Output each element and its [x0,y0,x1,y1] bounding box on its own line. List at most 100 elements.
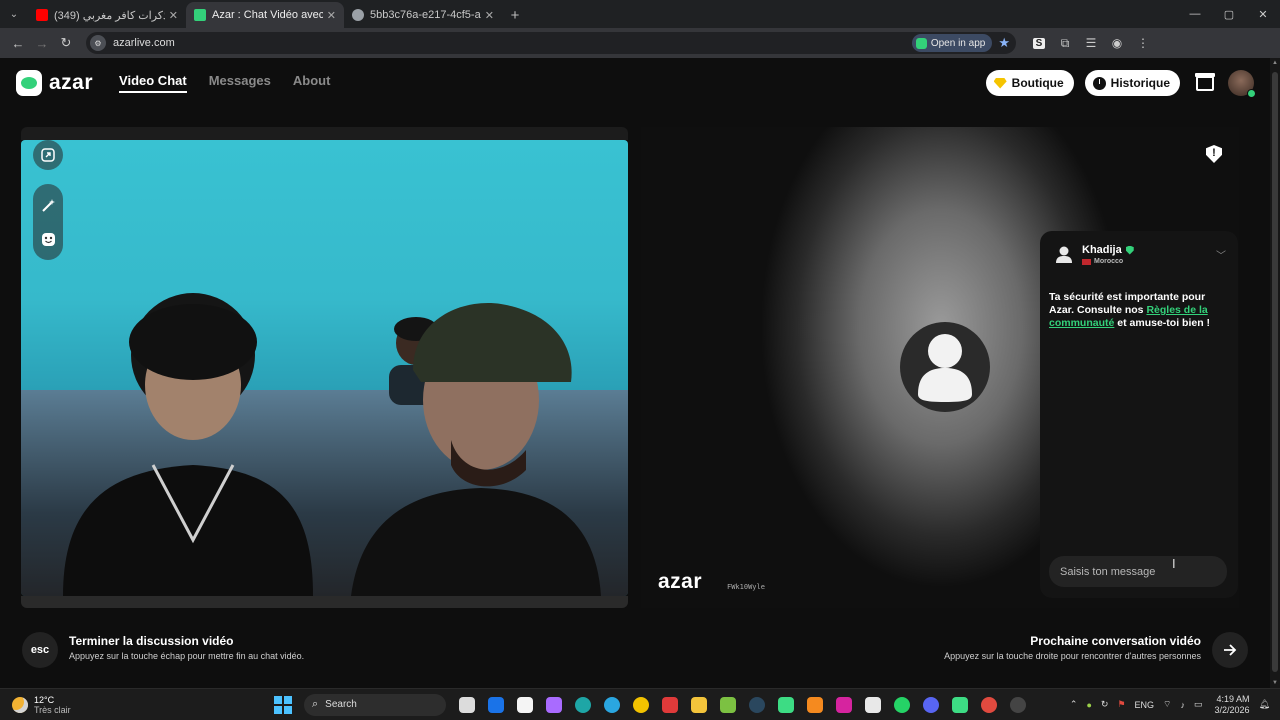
historique-button[interactable]: Historique [1084,70,1180,96]
scroll-down-icon[interactable]: ▼ [1272,680,1278,686]
boutique-button[interactable]: Boutique [985,70,1074,96]
tray-flag-icon[interactable]: ⚑ [1117,699,1125,710]
instagram-icon[interactable] [829,691,858,719]
volume-icon[interactable]: ♪ [1181,700,1186,710]
user-avatar[interactable] [1228,70,1256,98]
close-window-icon[interactable]: ✕ [1246,0,1280,28]
close-icon[interactable]: ✕ [327,9,336,22]
window-controls: — ▢ ✕ [1178,0,1280,28]
chat-message-input[interactable]: Saisis ton message [1049,556,1227,587]
scroll-up-icon[interactable]: ▲ [1272,60,1278,66]
outlook-icon[interactable] [481,691,510,719]
next-chat-button[interactable] [1212,632,1248,668]
system-tray: ⌃ ● ↻ ⚑ ENG ⌔ ♪ ▭ 4:19 AM 3/2/2026 🔔︎ [1061,694,1280,716]
taskbar-clock[interactable]: 4:19 AM 3/2/2026 [1215,694,1250,716]
store-icon[interactable] [510,691,539,719]
tray-chevron-icon[interactable]: ⌃ [1070,699,1078,710]
battery-icon[interactable]: ▭ [1194,699,1203,710]
weather-temp: 12°C [34,694,55,705]
play-icon[interactable] [771,691,800,719]
profile-icon[interactable]: ◉ [1104,31,1130,55]
extension-s-icon[interactable]: S [1026,31,1052,55]
open-in-app-label: Open in app [930,37,986,49]
steam-icon[interactable] [742,691,771,719]
app-a-icon[interactable] [655,691,684,719]
magic-wand-icon [41,198,55,212]
person-right-figure [351,303,601,596]
remote-avatar-placeholder [900,322,990,412]
weather-widget[interactable]: 12°C Très clair [12,695,252,715]
minimize-icon[interactable]: — [1178,0,1212,28]
language-indicator[interactable]: ENG [1135,700,1155,710]
chevron-down-icon[interactable]: ﹀ [1216,247,1226,262]
notes-icon[interactable] [713,691,742,719]
azar-logo-text[interactable]: azar [49,71,93,95]
page-scrollbar[interactable]: ▲ ▼ [1270,58,1280,688]
chat-header[interactable]: Khadija Morocco ﹀ [1040,231,1238,265]
nav-messages[interactable]: Messages [209,73,271,93]
tab-other[interactable]: 5bb3c76a-e217-4cf5-a673-370... ✕ [344,2,502,28]
globe-icon [352,9,364,21]
notifications-icon[interactable]: 🔔︎ [1259,699,1270,710]
weather-condition: Très clair [34,704,71,715]
scrollbar-thumb[interactable] [1272,72,1278,672]
next-chat-hint: Prochaine conversation vidéo Appuyez sur… [944,634,1201,661]
maximize-icon[interactable]: ▢ [1212,0,1246,28]
whatsapp-icon[interactable] [887,691,916,719]
tab-youtube[interactable]: (349) مذكرات كافر مغربي - ... ✕ [28,2,186,28]
nav-about[interactable]: About [293,73,331,93]
obs-icon[interactable] [1003,691,1032,719]
close-icon[interactable]: ✕ [169,9,178,22]
header-actions: Boutique Historique [975,70,1256,98]
telegram-icon[interactable] [597,691,626,719]
azar-logo-icon[interactable] [16,70,42,96]
magic-wand-button[interactable] [33,188,63,222]
nav-video-chat[interactable]: Video Chat [119,73,187,93]
tab-azar[interactable]: Azar : Chat Vidéo avec de n... ✕ [186,2,344,28]
extensions-puzzle-icon[interactable]: ⧉ [1052,31,1078,55]
fl-studio-icon[interactable] [800,691,829,719]
url-input[interactable]: ⚙ azarlive.com Open in app ★ [86,32,1016,54]
chrome-active-icon[interactable] [974,691,1003,719]
bookmark-star-icon[interactable]: ★ [998,35,1010,51]
reload-icon[interactable]: ↻ [54,31,78,55]
wifi-icon[interactable]: ⌔ [1163,699,1171,710]
end-chat-button[interactable]: esc [22,632,58,668]
discord-icon[interactable] [916,691,945,719]
tray-app-icon[interactable]: ● [1086,700,1091,710]
next-chat-title: Prochaine conversation vidéo [1030,634,1201,648]
new-tab-button[interactable]: + [502,2,528,28]
azar-watermark: azar [658,570,703,593]
end-chat-hint: Terminer la discussion vidéo Appuyez sur… [69,634,304,661]
taskbar-search[interactable]: ⌕ Search [304,693,446,716]
back-icon[interactable]: ← [6,31,30,55]
media-player-icon[interactable] [945,691,974,719]
expand-button[interactable] [33,140,63,170]
video-tool-column [33,140,63,260]
copilot-icon[interactable] [539,691,568,719]
file-explorer-icon[interactable] [684,691,713,719]
tab-search-button[interactable]: ⌄ [0,0,28,28]
capcut-icon[interactable] [858,691,887,719]
browser-menu-icon[interactable]: ⋮ [1130,31,1156,55]
partner-country: Morocco [1082,258,1134,265]
chrome-icon[interactable] [626,691,655,719]
open-in-app-button[interactable]: Open in app [911,34,993,52]
forward-icon[interactable]: → [30,31,54,55]
report-shield-icon[interactable]: ! [1206,145,1222,163]
tray-sync-icon[interactable]: ↻ [1101,699,1109,710]
app-icon [915,37,927,49]
sticker-button[interactable] [33,222,63,256]
reading-list-icon[interactable]: ☰ [1078,31,1104,55]
site-info-icon[interactable]: ⚙ [90,35,106,51]
task-view-icon[interactable] [452,691,481,719]
local-video-frame-top [21,127,628,140]
video-chat-footer: esc Terminer la discussion vidéo Appuyez… [0,625,1270,673]
partner-name: Khadija [1082,244,1134,256]
inbox-icon[interactable] [1192,70,1218,96]
edge-icon[interactable] [568,691,597,719]
windows-start-icon[interactable] [274,695,292,714]
gem-icon [993,77,1007,89]
azar-header: azar Video Chat Messages About Boutique … [0,58,1270,108]
close-icon[interactable]: ✕ [485,9,494,22]
